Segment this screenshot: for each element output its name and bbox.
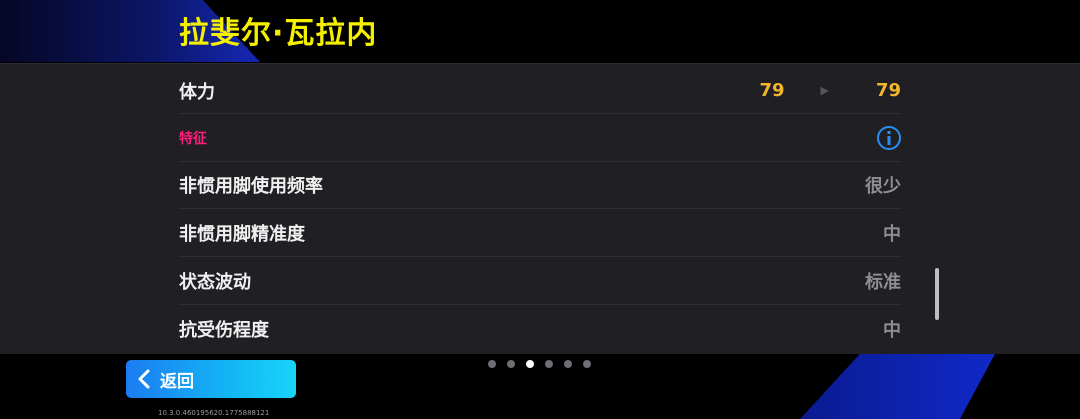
back-label: 返回 — [160, 371, 194, 392]
scrollbar[interactable] — [935, 268, 939, 320]
stat-current-value: 79 — [759, 80, 785, 101]
trait-row: 非惯用脚精准度 中 — [179, 209, 901, 257]
player-name: 拉斐尔·瓦拉内 — [179, 16, 378, 51]
arrow-right-icon: ▶ — [820, 84, 829, 97]
page-indicator — [488, 360, 591, 368]
traits-header: 特征 — [179, 114, 901, 162]
back-button[interactable]: 返回 — [126, 360, 296, 398]
trait-label: 非惯用脚精准度 — [179, 223, 305, 245]
trait-value: 中 — [883, 320, 901, 341]
page-dot[interactable] — [507, 360, 515, 368]
chevron-left-icon — [138, 369, 150, 389]
section-title-traits: 特征 — [179, 130, 207, 147]
info-icon[interactable] — [877, 125, 901, 150]
page-dot[interactable] — [545, 360, 553, 368]
trait-value: 标准 — [865, 271, 901, 293]
page-dot[interactable] — [583, 360, 591, 368]
stat-new-value: 79 — [875, 80, 901, 101]
page-dot-active[interactable] — [526, 360, 534, 368]
trait-row: 状态波动 标准 — [179, 257, 901, 305]
trait-row: 非惯用脚使用频率 很少 — [179, 162, 901, 209]
version-text: 10.3.0.460195620.1775888121 — [158, 409, 270, 417]
player-detail-screen: 拉斐尔·瓦拉内 体力 79 ▶ 79 特征 非惯用脚使用频率 很少 非惯用脚精准… — [0, 0, 1080, 419]
trait-label: 状态波动 — [179, 271, 251, 293]
trait-label: 非惯用脚使用频率 — [179, 176, 323, 197]
page-dot[interactable] — [488, 360, 496, 368]
page-dot[interactable] — [564, 360, 572, 368]
trait-label: 抗受伤程度 — [179, 320, 269, 341]
stat-values: 79 ▶ 79 — [749, 80, 901, 101]
trait-value: 中 — [883, 223, 901, 245]
trait-value: 很少 — [865, 176, 901, 197]
trait-row: 抗受伤程度 中 — [179, 305, 901, 353]
stat-label: 体力 — [179, 81, 215, 103]
stat-row-stamina: 体力 79 ▶ 79 — [179, 68, 901, 114]
